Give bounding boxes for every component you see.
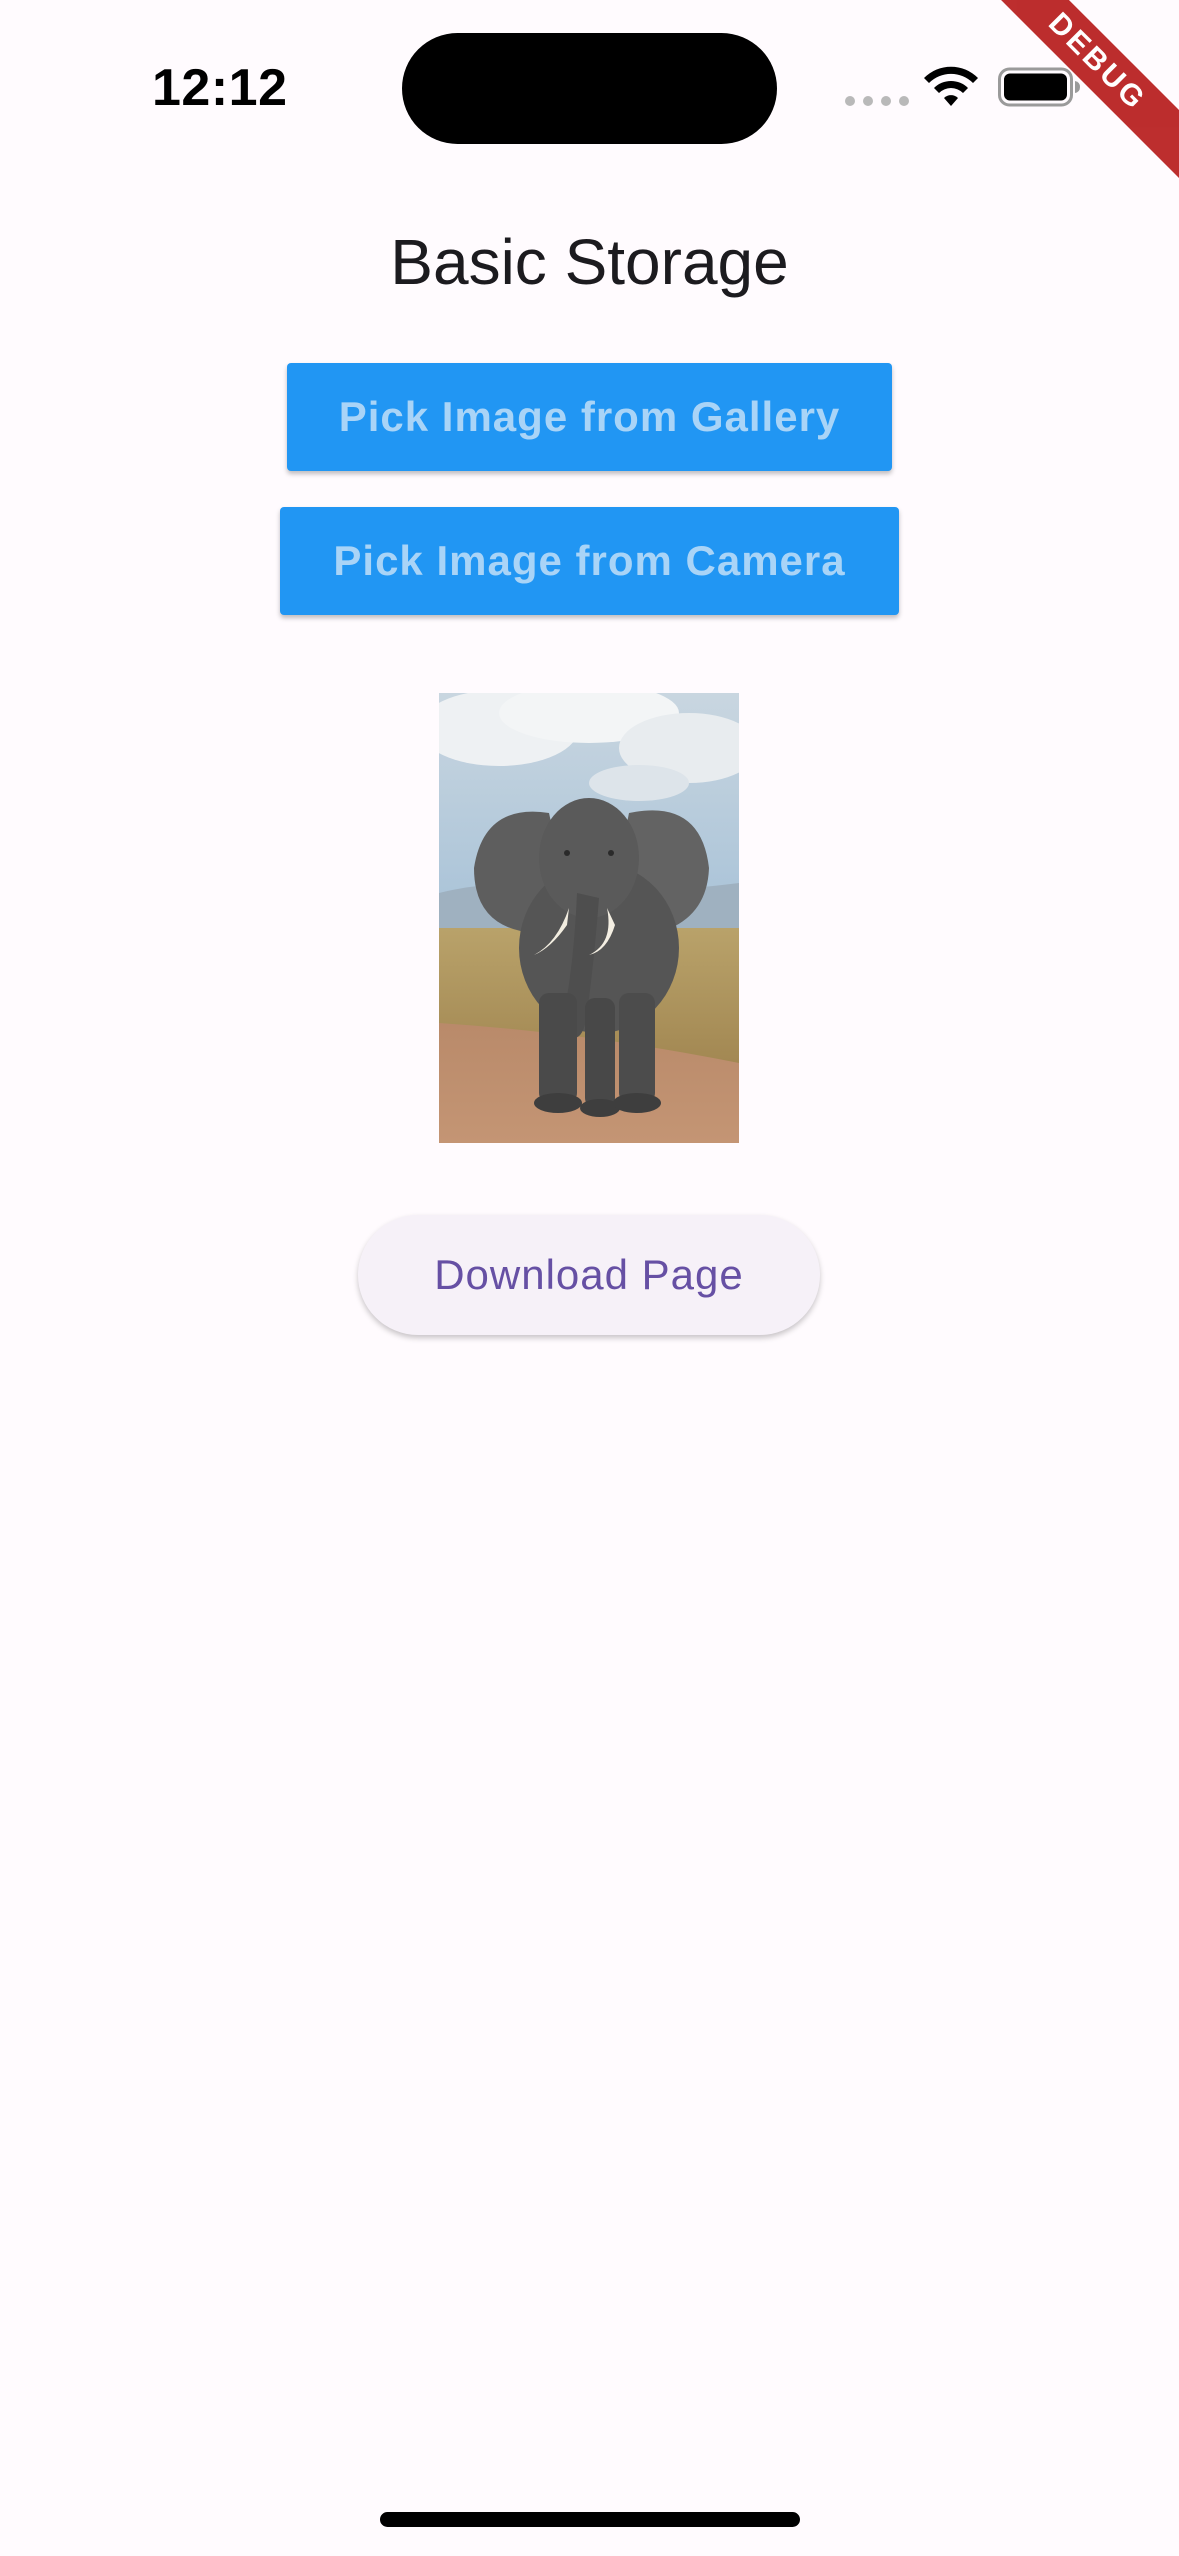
- home-indicator[interactable]: [380, 2512, 800, 2527]
- dynamic-island: [402, 33, 777, 144]
- status-time: 12:12: [152, 59, 288, 117]
- picked-image: [439, 693, 739, 1143]
- elephant-photo: [439, 693, 739, 1143]
- page-title: Basic Storage: [390, 226, 789, 298]
- pick-from-gallery-button[interactable]: Pick Image from Gallery: [287, 363, 892, 471]
- battery-icon: [998, 67, 1080, 107]
- download-page-button[interactable]: Download Page: [358, 1215, 820, 1335]
- pick-from-camera-button[interactable]: Pick Image from Camera: [280, 507, 899, 615]
- wifi-icon: [924, 66, 978, 106]
- app-screen: 12:12 DEBUG Basic Storage Pick Image fro…: [0, 0, 1179, 2556]
- cellular-signal-icon: [845, 96, 909, 106]
